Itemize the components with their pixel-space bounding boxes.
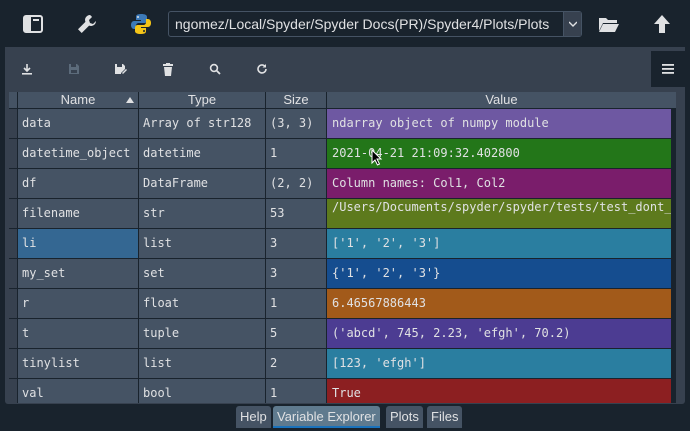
import-data-icon[interactable] <box>15 57 39 81</box>
cell-type[interactable]: tuple <box>139 319 265 348</box>
table-row[interactable]: my_set set 3 {'1', '2', '3'} <box>9 259 676 289</box>
header-name-label: Name <box>60 92 96 107</box>
cell-value[interactable]: ['1', '2', '3'] <box>327 229 671 258</box>
table-row[interactable]: datetime_object datetime 1 2021-04-21 21:09… <box>9 139 676 169</box>
tab-plots[interactable]: Plots <box>386 406 423 428</box>
cell-value[interactable]: Column names: Col1, Col2 <box>327 169 671 198</box>
cell-type[interactable]: list <box>139 349 265 378</box>
table-row[interactable]: t tuple 5 ('abcd', 745, 2.23, 'efgh', 70.2) <box>9 319 676 349</box>
cell-type[interactable]: list <box>139 229 265 258</box>
header-type[interactable]: Type <box>139 92 266 108</box>
tab-variable-explorer[interactable]: Variable Explorer <box>273 406 380 428</box>
cell-size[interactable]: 5 <box>266 319 326 348</box>
row-header[interactable] <box>9 169 17 198</box>
top-toolbar: ngomez/Local/Spyder/Spyder Docs(PR)/Spyd… <box>0 0 690 48</box>
cell-type[interactable]: float <box>139 289 265 318</box>
sort-ascending-icon <box>126 97 134 103</box>
header-value[interactable]: Value <box>327 92 676 108</box>
cell-name[interactable]: data <box>18 109 138 138</box>
cell-name[interactable]: val <box>18 379 138 403</box>
tab-files[interactable]: Files <box>427 406 463 428</box>
cell-size[interactable]: (3, 3) <box>266 109 326 138</box>
cell-value[interactable]: [123, 'efgh'] <box>327 349 671 378</box>
cell-value[interactable]: True <box>327 379 671 403</box>
cell-type[interactable]: datetime <box>139 139 265 168</box>
cell-name[interactable]: r <box>18 289 138 318</box>
header-corner <box>9 92 18 108</box>
wrench-icon[interactable] <box>70 8 104 40</box>
pane-tabs: Help Variable Explorer Plots Files <box>0 404 690 431</box>
folder-open-icon[interactable] <box>592 8 626 40</box>
table-row[interactable]: r float 1 6.46567886443 <box>9 289 676 319</box>
cell-size[interactable]: 3 <box>266 259 326 288</box>
table-row[interactable]: filename str 53/Users/Documents/spyder/spy… <box>9 199 676 229</box>
cell-name[interactable]: t <box>18 319 138 348</box>
working-directory-path[interactable]: ngomez/Local/Spyder/Spyder Docs(PR)/Spyd… <box>169 16 563 32</box>
table-header: Name Type Size Value <box>9 92 676 108</box>
cell-value[interactable]: ndarray object of numpy module <box>327 109 671 138</box>
row-header[interactable] <box>9 109 17 138</box>
cell-name[interactable]: tinylist <box>18 349 138 378</box>
save-icon[interactable] <box>62 57 86 81</box>
scroll-up-icon[interactable] <box>675 109 676 119</box>
cell-size[interactable]: 3 <box>266 229 326 258</box>
search-icon[interactable] <box>203 57 227 81</box>
row-header[interactable] <box>9 259 17 288</box>
row-header[interactable] <box>9 319 17 348</box>
refresh-icon[interactable] <box>250 57 274 81</box>
cell-size[interactable]: 53 <box>266 199 326 228</box>
save-as-icon[interactable] <box>109 57 133 81</box>
arrow-up-icon[interactable] <box>645 8 679 40</box>
cell-type[interactable]: bool <box>139 379 265 403</box>
cell-type[interactable]: set <box>139 259 265 288</box>
cell-type[interactable]: DataFrame <box>139 169 265 198</box>
vertical-scrollbar[interactable] <box>674 109 676 403</box>
trash-icon[interactable] <box>156 57 180 81</box>
row-header[interactable] <box>9 289 17 318</box>
cell-size[interactable]: 2 <box>266 349 326 378</box>
cell-value[interactable]: /Users/Documents/spyder/spyder/tests/tes… <box>327 199 671 228</box>
table-row[interactable]: df DataFrame (2, 2) Column names: Col1, Col… <box>9 169 676 199</box>
scroll-down-icon[interactable] <box>675 393 676 403</box>
hamburger-menu-icon[interactable] <box>651 51 685 87</box>
chevron-down-icon[interactable] <box>563 12 581 36</box>
cell-name[interactable]: filename <box>18 199 138 228</box>
cell-size[interactable]: 1 <box>266 289 326 318</box>
panel-layout-icon[interactable] <box>16 8 50 40</box>
tab-help[interactable]: Help <box>236 406 271 428</box>
row-header[interactable] <box>9 229 17 258</box>
row-header[interactable] <box>9 199 17 228</box>
cell-name[interactable]: datetime_object <box>18 139 138 168</box>
cell-size[interactable]: (2, 2) <box>266 169 326 198</box>
cell-name[interactable]: my_set <box>18 259 138 288</box>
python-logo-icon <box>124 8 158 40</box>
cell-value[interactable]: {'1', '2', '3'} <box>327 259 671 288</box>
header-name[interactable]: Name <box>18 92 139 108</box>
cell-type[interactable]: str <box>139 199 265 228</box>
working-directory-combobox[interactable]: ngomez/Local/Spyder/Spyder Docs(PR)/Spyd… <box>168 11 582 37</box>
variable-explorer-pane: Name Type Size Value data Array of str128… <box>5 47 685 404</box>
cell-size[interactable]: 1 <box>266 139 326 168</box>
table-row[interactable]: data Array of str128 (3, 3) ndarray object … <box>9 109 676 139</box>
row-header[interactable] <box>9 349 17 378</box>
row-header[interactable] <box>9 139 17 168</box>
table-row[interactable]: val bool 1 True <box>9 379 676 403</box>
cell-name[interactable]: df <box>18 169 138 198</box>
variable-explorer-toolbar <box>5 47 685 91</box>
row-header[interactable] <box>9 379 17 403</box>
cell-value[interactable]: 6.46567886443 <box>327 289 671 318</box>
cell-value[interactable]: ('abcd', 745, 2.23, 'efgh', 70.2) <box>327 319 671 348</box>
cell-size[interactable]: 1 <box>266 379 326 403</box>
cell-name[interactable]: li <box>18 229 138 258</box>
mouse-cursor-icon <box>371 148 383 170</box>
table-row[interactable]: li list 3 ['1', '2', '3'] <box>9 229 676 259</box>
table-row[interactable]: tinylist list 2 [123, 'efgh'] <box>9 349 676 379</box>
variables-table: Name Type Size Value data Array of str128… <box>9 92 676 403</box>
header-size[interactable]: Size <box>266 92 327 108</box>
cell-type[interactable]: Array of str128 <box>139 109 265 138</box>
